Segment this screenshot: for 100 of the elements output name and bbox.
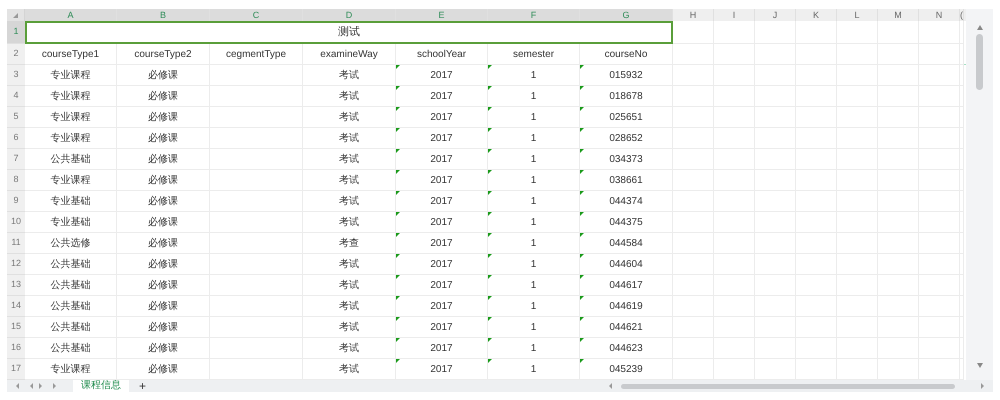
cell-text: 2017 <box>430 258 453 272</box>
cell-text: courseType1 <box>42 48 100 62</box>
column-header[interactable]: E <box>396 9 488 21</box>
cell-text: 1 <box>530 194 536 208</box>
cell-text: 专业课程 <box>50 174 90 188</box>
cell-text: 2017 <box>430 236 453 250</box>
cell-text: 1 <box>530 320 536 334</box>
cell-text: 038661 <box>609 174 643 188</box>
cell-text: 专业课程 <box>50 68 90 82</box>
cell-text: 044584 <box>609 236 643 250</box>
cell-text: 015932 <box>609 68 643 82</box>
cell-text: 2017 <box>430 90 453 104</box>
cell-text: schoolYear <box>416 48 466 62</box>
column-header[interactable]: D <box>303 9 396 21</box>
scroll-thumb[interactable] <box>976 34 983 90</box>
cell-text: 必修课 <box>148 110 178 124</box>
empty-cell[interactable] <box>673 44 714 65</box>
column-header[interactable]: G <box>580 9 673 21</box>
corner-triangle-icon <box>13 12 18 18</box>
cell-text: 1 <box>530 152 536 166</box>
cell-text: 考试 <box>339 110 359 124</box>
column-header[interactable]: A <box>25 9 117 21</box>
cell-text: 专业课程 <box>50 90 90 104</box>
cell-text: 专业基础 <box>50 216 90 230</box>
row-header[interactable]: 6 <box>7 128 25 149</box>
column-header[interactable]: C <box>210 9 303 21</box>
cell-text: 2017 <box>430 362 453 376</box>
cell-text: 考试 <box>339 362 359 376</box>
row-header[interactable]: 4 <box>7 86 25 107</box>
add-sheet-button[interactable]: + <box>135 380 150 392</box>
cell-text: 考查 <box>339 236 359 250</box>
column-header[interactable]: ( <box>960 9 964 21</box>
cell-text: 1 <box>530 300 536 314</box>
empty-cell[interactable] <box>673 21 714 44</box>
empty-cell[interactable] <box>714 21 755 44</box>
cell-text: 公共基础 <box>50 258 90 272</box>
cell-text: 034373 <box>609 152 643 166</box>
cell-text: 必修课 <box>148 342 178 356</box>
cell-text: 必修课 <box>148 152 178 166</box>
row-header[interactable]: 16 <box>7 338 25 359</box>
cell-text: 2017 <box>430 132 453 146</box>
row-header[interactable]: 7 <box>7 149 25 170</box>
row-header[interactable]: 12 <box>7 254 25 275</box>
cell-text: 专业课程 <box>50 362 90 376</box>
merged-title-cell[interactable]: 测试 <box>25 21 673 44</box>
cell-text: 2017 <box>430 300 453 314</box>
cell-text: 考试 <box>339 68 359 82</box>
cell-text: 2017 <box>430 342 453 356</box>
cell-text: 专业课程 <box>50 110 90 124</box>
row-header[interactable]: 5 <box>7 107 25 128</box>
vertical-scrollbar[interactable] <box>966 9 993 380</box>
cell-text: 考试 <box>339 174 359 188</box>
cell-text: 公共基础 <box>50 152 90 166</box>
cell-text: 1 <box>530 342 536 356</box>
cell-text: 专业基础 <box>50 194 90 208</box>
cell-text: 必修课 <box>148 320 178 334</box>
row-header[interactable]: 1 <box>7 21 25 44</box>
empty-cell[interactable] <box>878 21 919 44</box>
cell-text: 考试 <box>339 278 359 292</box>
cell-text: 2017 <box>430 110 453 124</box>
cell-text: 考试 <box>339 258 359 272</box>
cell-text: 必修课 <box>148 90 178 104</box>
cell-text: 025651 <box>609 110 643 124</box>
column-header[interactable]: F <box>488 9 580 21</box>
row-header[interactable]: 11 <box>7 233 25 254</box>
scroll-thumb[interactable] <box>621 384 955 388</box>
row-header[interactable]: 9 <box>7 191 25 212</box>
cell-text: 2017 <box>430 152 453 166</box>
empty-cell[interactable] <box>796 21 837 44</box>
cell-text: 公共基础 <box>50 342 90 356</box>
row-header[interactable]: 2 <box>7 44 25 65</box>
cell-text: 1 <box>530 362 536 376</box>
row-header[interactable]: 8 <box>7 170 25 191</box>
cell-text: 必修课 <box>148 194 178 208</box>
scroll-left-icon[interactable] <box>608 383 613 389</box>
scroll-right-icon[interactable] <box>980 383 985 389</box>
select-all-corner[interactable] <box>7 9 25 21</box>
row-header[interactable]: 13 <box>7 275 25 296</box>
cell-text: 必修课 <box>148 362 178 376</box>
row-header[interactable]: 3 <box>7 65 25 86</box>
row-header[interactable]: 10 <box>7 212 25 233</box>
cell-text: semester <box>512 48 554 62</box>
scroll-up-icon[interactable] <box>976 25 982 30</box>
cell-text: 公共基础 <box>50 320 90 334</box>
cell-text: 044375 <box>609 216 643 230</box>
row-header[interactable]: 17 <box>7 359 25 380</box>
row-header[interactable]: 14 <box>7 296 25 317</box>
cell-text: 专业课程 <box>50 132 90 146</box>
row-header[interactable]: 15 <box>7 317 25 338</box>
empty-cell[interactable] <box>755 21 796 44</box>
empty-cell[interactable] <box>837 21 878 44</box>
cell-text: 1 <box>530 216 536 230</box>
cell-text: 1 <box>530 110 536 124</box>
cell-text: 2017 <box>430 68 453 82</box>
cell-text: 045239 <box>609 362 643 376</box>
column-header[interactable]: B <box>117 9 210 21</box>
sheet-tab[interactable]: 课程信息 <box>73 380 129 392</box>
empty-cell[interactable] <box>919 21 960 44</box>
scroll-down-icon[interactable] <box>976 363 982 368</box>
cell-text: 1 <box>530 174 536 188</box>
